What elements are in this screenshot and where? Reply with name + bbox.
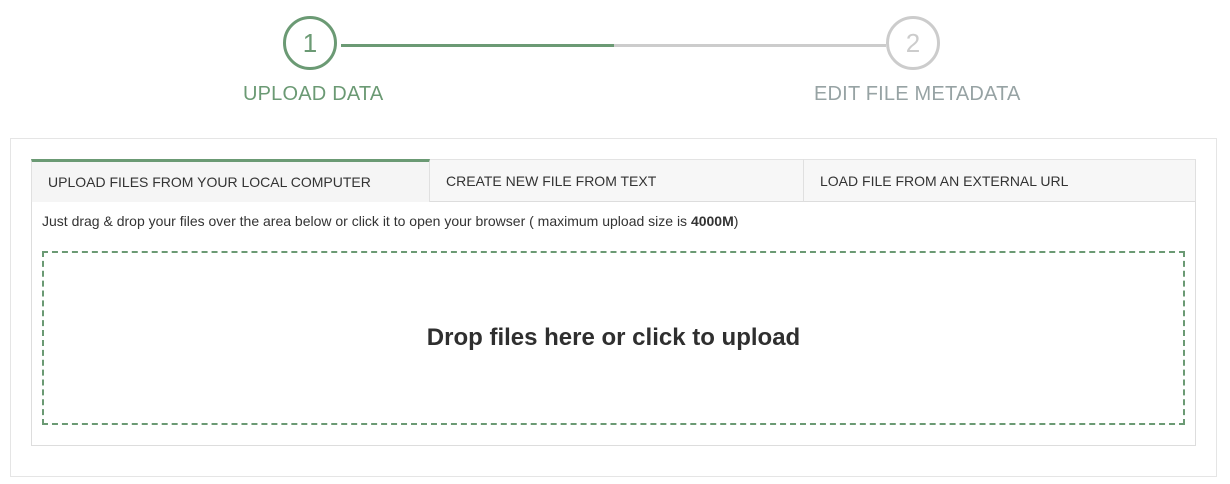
max-upload-size: 4000M (690, 213, 734, 229)
upload-page: 1 2 UPLOAD DATA EDIT FILE METADATA UPLOA… (0, 0, 1230, 484)
upload-instructions: Just drag & drop your files over the are… (42, 213, 738, 229)
upload-instructions-close: ) (733, 213, 739, 229)
upload-card: UPLOAD FILES FROM YOUR LOCAL COMPUTER CR… (10, 138, 1217, 477)
step-connector-pending (614, 44, 886, 47)
tab-external-url[interactable]: LOAD FILE FROM AN EXTERNAL URL (804, 159, 1196, 202)
upload-tabs: UPLOAD FILES FROM YOUR LOCAL COMPUTER CR… (31, 159, 1196, 202)
step-2-circle[interactable]: 2 (886, 16, 940, 70)
tab-create-from-text[interactable]: CREATE NEW FILE FROM TEXT (430, 159, 804, 202)
file-dropzone[interactable]: Drop files here or click to upload (42, 251, 1185, 425)
tab-panel-local-upload: Just drag & drop your files over the are… (31, 202, 1196, 446)
step-1-label: UPLOAD DATA (243, 83, 384, 105)
dropzone-message: Drop files here or click to upload (426, 324, 801, 351)
progress-stepper: 1 2 UPLOAD DATA EDIT FILE METADATA (0, 0, 1230, 120)
step-connector-complete (341, 44, 614, 47)
upload-instructions-text: Just drag & drop your files over the are… (42, 213, 691, 229)
tab-local-upload[interactable]: UPLOAD FILES FROM YOUR LOCAL COMPUTER (31, 159, 430, 202)
step-1-circle[interactable]: 1 (283, 16, 337, 70)
step-2-label: EDIT FILE METADATA (814, 83, 1021, 105)
